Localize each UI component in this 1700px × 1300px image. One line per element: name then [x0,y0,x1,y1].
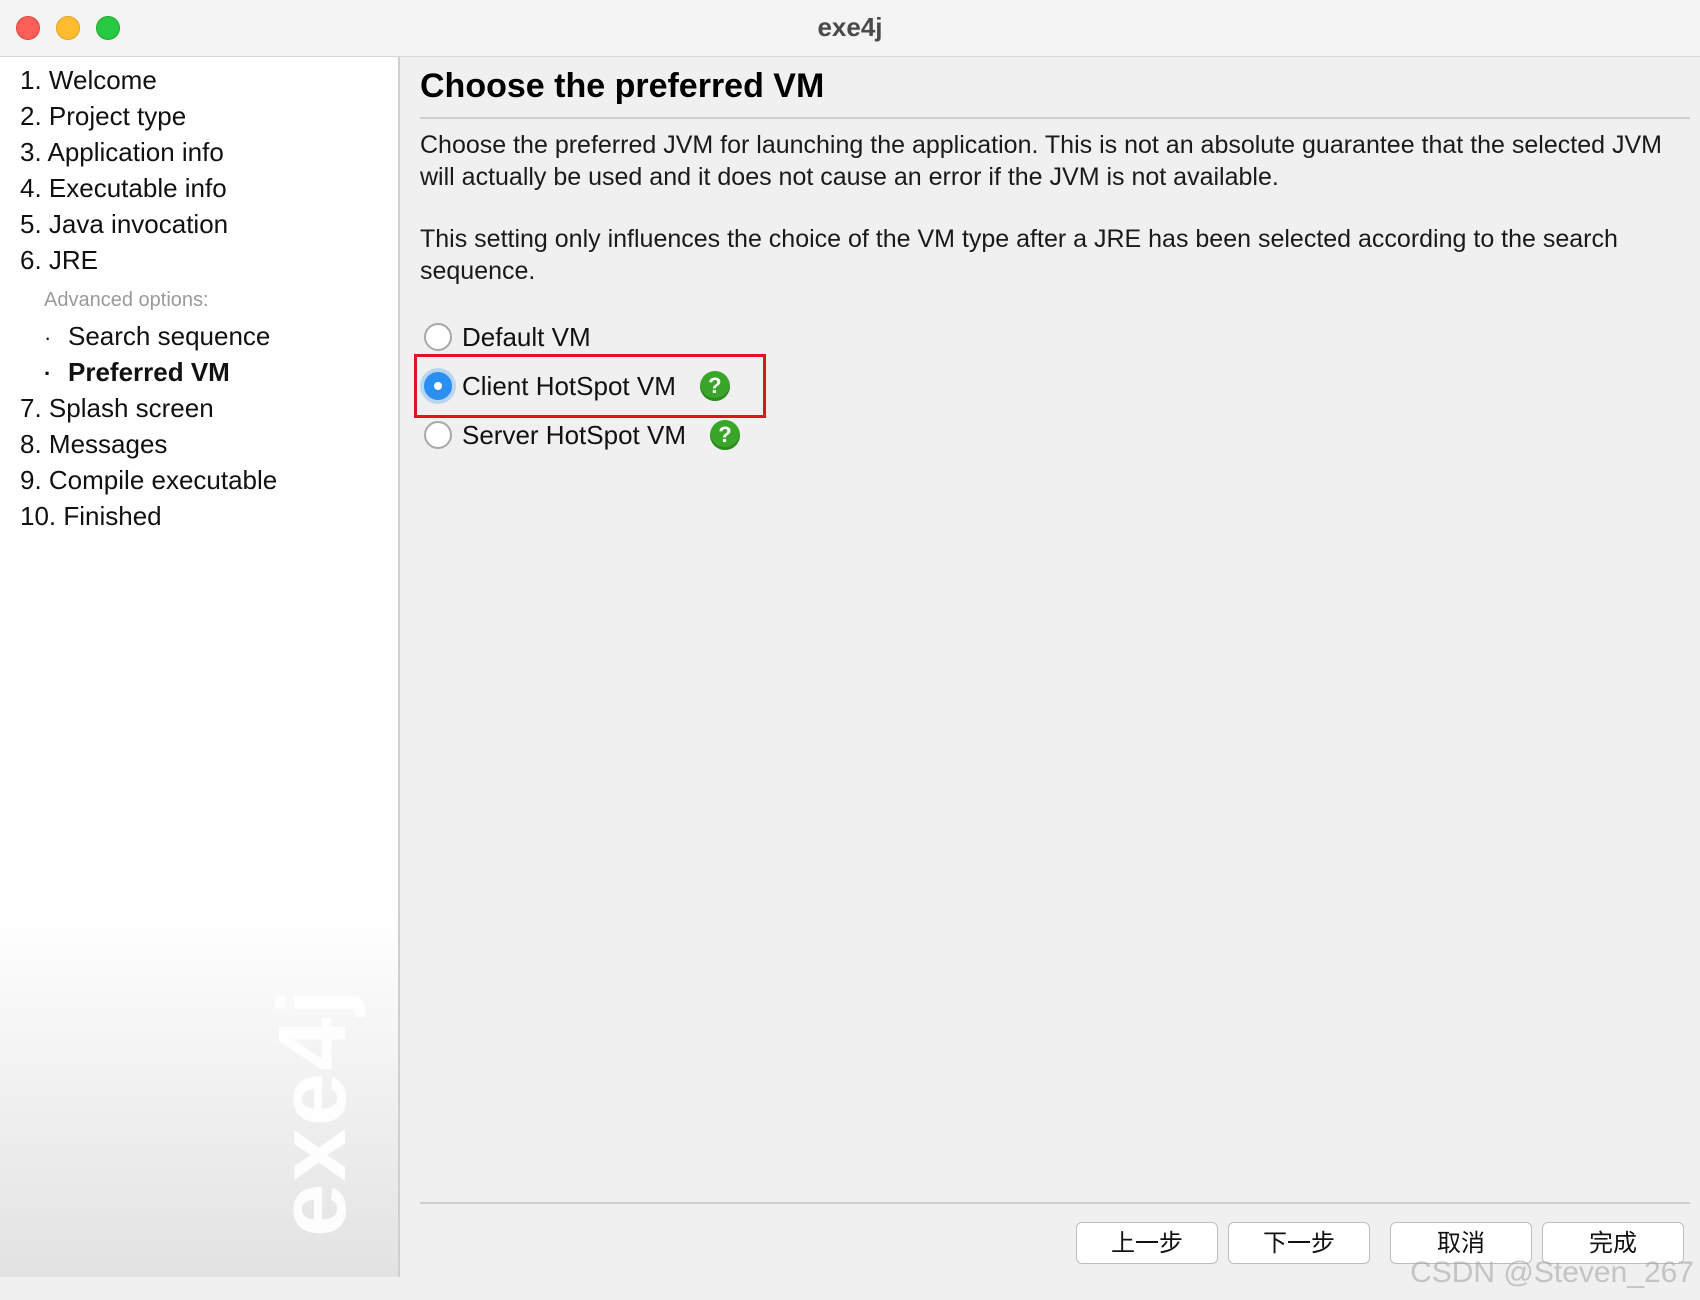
sidebar-item-label: Search sequence [68,321,271,351]
description-paragraph-2: This setting only influences the choice … [420,225,1618,285]
sidebar-item-compile-executable[interactable]: 9. Compile executable [20,465,277,496]
advanced-options-label: Advanced options: [44,289,209,311]
option-server-hotspot-vm[interactable]: Server HotSpot VM ? [424,417,740,453]
help-icon[interactable]: ? [709,420,740,450]
sidebar-item-search-sequence[interactable]: · Search sequence [44,321,270,352]
sidebar-item-executable-info[interactable]: 4. Executable info [20,173,227,204]
next-button[interactable]: 下一步 [1228,1222,1370,1264]
option-label: Server HotSpot VM [462,419,686,450]
bullet-icon: · [44,325,52,350]
wizard-steps-sidebar: 1. Welcome 2. Project type 3. Applicatio… [0,57,400,1277]
sidebar-item-preferred-vm[interactable]: · Preferred VM [44,357,230,388]
csdn-watermark: CSDN @Steven_267 [1410,1256,1694,1289]
option-label: Default VM [462,321,591,352]
sidebar-item-java-invocation[interactable]: 5. Java invocation [20,209,228,240]
sidebar-item-application-info[interactable]: 3. Application info [20,137,224,168]
back-button[interactable]: 上一步 [1076,1222,1218,1264]
sidebar-item-finished[interactable]: 10. Finished [20,501,162,532]
sidebar-item-label: Preferred VM [68,357,230,387]
bullet-icon: · [44,361,52,386]
window-title: exe4j [817,12,883,42]
sidebar-item-messages[interactable]: 8. Messages [20,429,167,460]
title-bar: exe4j [0,0,1700,57]
radio-button[interactable] [424,421,452,449]
exe4j-logo: exe4j [259,986,366,1237]
sidebar-item-splash-screen[interactable]: 7. Splash screen [20,393,214,424]
sidebar-item-project-type[interactable]: 2. Project type [20,101,186,132]
radio-button[interactable] [424,323,452,351]
option-default-vm[interactable]: Default VM [424,319,591,355]
annotation-highlight-box [414,354,766,418]
sidebar-item-welcome[interactable]: 1. Welcome [20,65,157,96]
exe4j-window: exe4j 1. Welcome 2. Project type 3. Appl… [0,0,1700,1300]
main-panel: Choose the preferred VM Choose the prefe… [414,57,1690,1297]
page-title: Choose the preferred VM [420,67,825,105]
description-paragraph: Choose the preferred JVM for launching t… [420,131,1662,191]
footer-divider [420,1202,1690,1204]
sidebar-item-jre[interactable]: 6. JRE [20,245,98,276]
heading-divider [420,117,1690,119]
